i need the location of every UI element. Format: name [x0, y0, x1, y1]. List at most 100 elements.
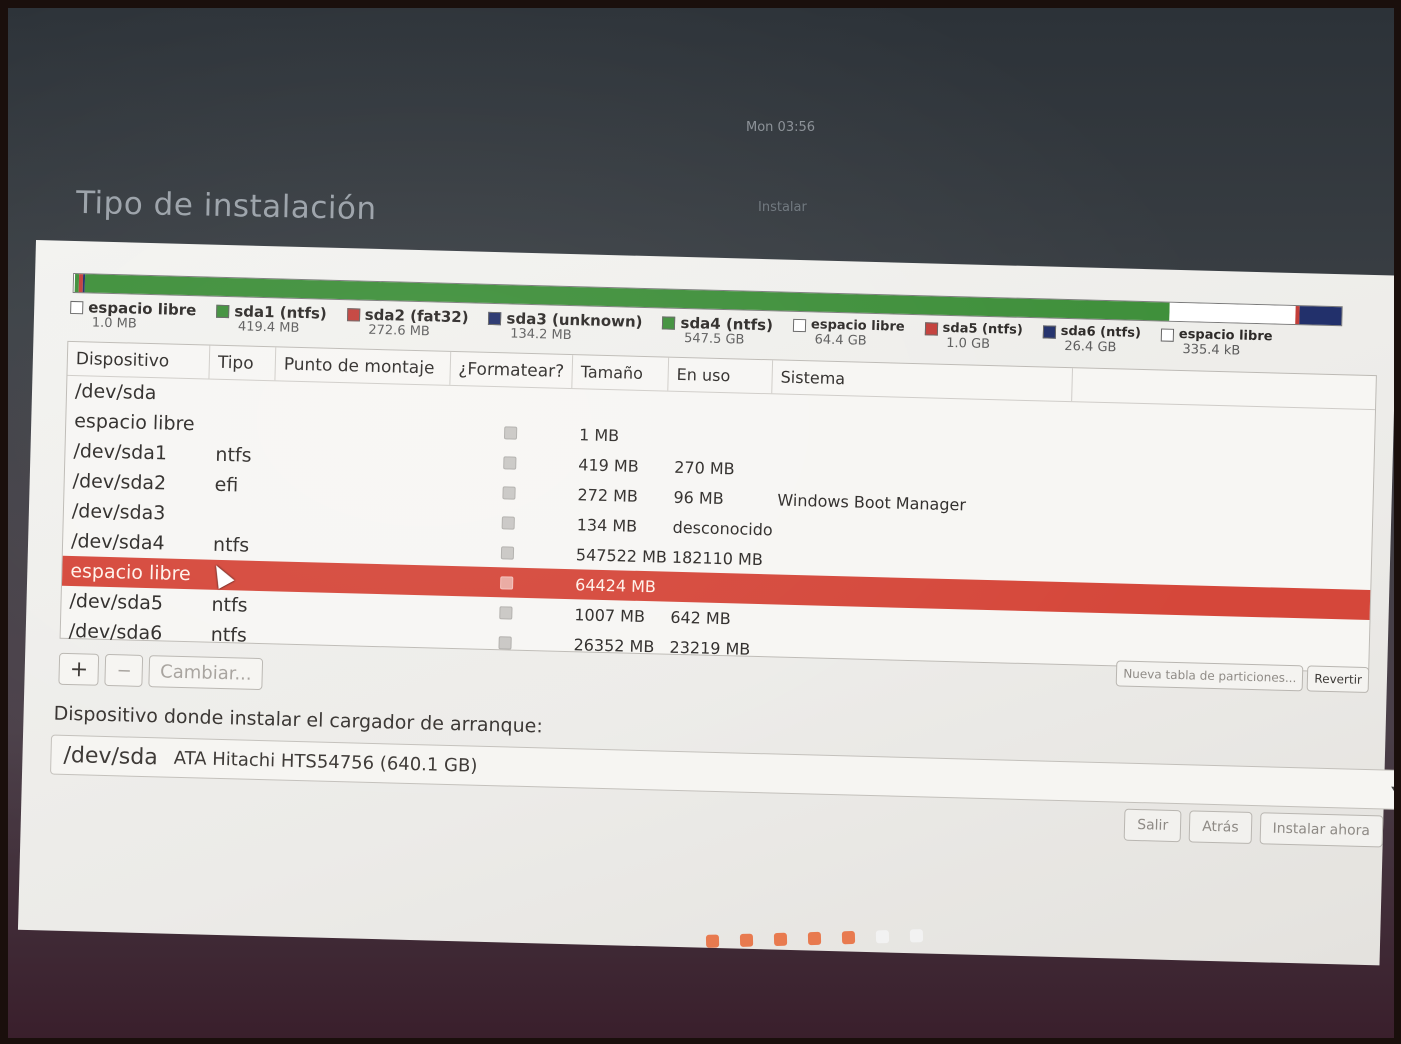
- wizard-navigation: Salir Atrás Instalar ahora: [1123, 808, 1384, 848]
- cell-mount: [273, 486, 448, 491]
- table-body: /dev/sda espacio libre 1 MB/dev/sda1 ntfs 41…: [60, 376, 1375, 680]
- cell-size: 419 MB: [578, 454, 639, 476]
- column-header[interactable]: Tamaño: [572, 355, 670, 391]
- format-checkbox[interactable]: [501, 485, 516, 500]
- column-header[interactable]: Tipo: [209, 345, 277, 381]
- window-title: Instalar: [758, 200, 807, 215]
- format-checkbox[interactable]: [501, 515, 515, 530]
- cell-size: 1 MB: [578, 424, 620, 445]
- cell-type: ntfs: [211, 593, 248, 617]
- screen: Mon 03:56 Instalar Tipo de instalación e…: [8, 8, 1394, 1038]
- legend-size: 64.4 GB: [814, 332, 867, 349]
- cell-device: /dev/sda2: [72, 470, 167, 495]
- install-now-button[interactable]: Instalar ahora: [1259, 812, 1384, 848]
- new-partition-table-button[interactable]: Nueva tabla de particiones...: [1115, 660, 1304, 692]
- format-cell: [447, 514, 569, 530]
- table-actions: Nueva tabla de particiones... Revertir: [1115, 660, 1370, 694]
- cell-mount: [271, 546, 446, 551]
- format-checkbox[interactable]: [500, 545, 514, 560]
- chevron-down-icon: [1390, 786, 1394, 793]
- cell-device: /dev/sda4: [70, 530, 165, 555]
- legend-size: 547.5 GB: [683, 331, 745, 348]
- cell-system: [767, 589, 1067, 597]
- add-partition-button[interactable]: +: [58, 652, 100, 686]
- cell-type: ntfs: [215, 443, 252, 467]
- cell-type: [206, 515, 272, 517]
- mouse-pointer-icon: [208, 561, 235, 589]
- cell-used: [668, 407, 772, 410]
- cell-device: /dev/sda5: [69, 590, 164, 615]
- column-header[interactable]: Punto de montaje: [275, 347, 452, 385]
- format-cell: [445, 574, 567, 590]
- back-button[interactable]: Atrás: [1188, 810, 1253, 845]
- cell-system: [771, 439, 1071, 447]
- change-partition-button[interactable]: Cambiar...: [148, 655, 264, 691]
- step-dot: [909, 929, 924, 943]
- cell-device: /dev/sda: [74, 380, 157, 405]
- step-dot: [739, 933, 754, 947]
- step-dot: [875, 930, 890, 944]
- bootloader-device-select[interactable]: /dev/sda ATA Hitachi HTS54756 (640.1 GB): [50, 734, 1394, 811]
- legend-size: 335.4 kB: [1182, 341, 1241, 359]
- quit-button[interactable]: Salir: [1123, 808, 1182, 843]
- column-header[interactable]: En uso: [668, 357, 774, 394]
- cell-used: [667, 437, 771, 440]
- legend-swatch: [1042, 325, 1056, 339]
- bar-segment: [1299, 306, 1342, 326]
- cell-type: ntfs: [210, 623, 248, 647]
- cell-device: /dev/sda1: [73, 440, 168, 465]
- bootloader-device: /dev/sda: [63, 742, 159, 770]
- legend-swatch: [216, 304, 230, 319]
- column-header[interactable]: ¿Formatear?: [450, 351, 574, 389]
- legend-size: 1.0 MB: [91, 315, 137, 332]
- legend-size: 1.0 GB: [946, 335, 991, 352]
- cell-used: 23219 MB: [669, 637, 751, 659]
- cell-mount: [272, 516, 447, 521]
- step-dot: [705, 934, 720, 948]
- cell-mount: [273, 456, 448, 461]
- column-header[interactable]: Dispositivo: [67, 341, 211, 379]
- format-checkbox[interactable]: [499, 575, 513, 590]
- format-checkbox[interactable]: [503, 425, 517, 440]
- format-cell: [444, 604, 566, 620]
- legend-swatch: [488, 312, 502, 326]
- cell-system: [766, 619, 1066, 627]
- cell-type: efi: [214, 473, 239, 497]
- format-cell: [450, 401, 572, 404]
- legend-size: 272.6 MB: [368, 322, 430, 340]
- cell-size: 547522 MB: [575, 544, 668, 567]
- page-title: Tipo de instalación: [75, 184, 377, 228]
- cell-mount: [269, 606, 444, 611]
- revert-button[interactable]: Revertir: [1307, 665, 1370, 694]
- partition-dialog: espacio libre 1.0 MB sda1 (ntfs) 419.4 MB sd…: [17, 240, 1394, 966]
- cell-system: [769, 529, 1069, 537]
- legend-swatch: [792, 318, 807, 333]
- cell-mount: [269, 636, 444, 641]
- cell-system: Windows Boot Manager: [777, 490, 967, 514]
- cell-used: 270 MB: [674, 457, 735, 478]
- format-checkbox[interactable]: [497, 635, 512, 650]
- cell-device: espacio libre: [70, 560, 191, 586]
- legend-size: 26.4 GB: [1064, 338, 1117, 356]
- cell-mount: [275, 396, 450, 401]
- cell-device: /dev/sda6: [68, 619, 163, 645]
- format-cell: [447, 484, 569, 500]
- cell-type: [209, 395, 275, 397]
- cell-size: 26352 MB: [573, 634, 655, 656]
- format-checkbox[interactable]: [502, 455, 517, 470]
- format-checkbox[interactable]: [498, 605, 513, 620]
- cell-used: 96 MB: [673, 487, 724, 508]
- cell-mount: [274, 426, 449, 431]
- format-cell: [446, 544, 568, 560]
- format-cell: [449, 424, 571, 440]
- legend-swatch: [1160, 328, 1174, 342]
- cell-device: /dev/sda3: [71, 500, 166, 525]
- cell-system: [766, 649, 1066, 657]
- legend-swatch: [346, 308, 360, 322]
- legend-swatch: [662, 316, 676, 330]
- format-cell: [443, 634, 565, 650]
- cell-used: 642 MB: [670, 607, 731, 628]
- partition-table[interactable]: Dispositivo Tipo Punto de montaje ¿Formatea…: [59, 340, 1377, 674]
- top-bar-clock: Mon 03:56: [746, 120, 816, 135]
- remove-partition-button[interactable]: −: [104, 653, 144, 687]
